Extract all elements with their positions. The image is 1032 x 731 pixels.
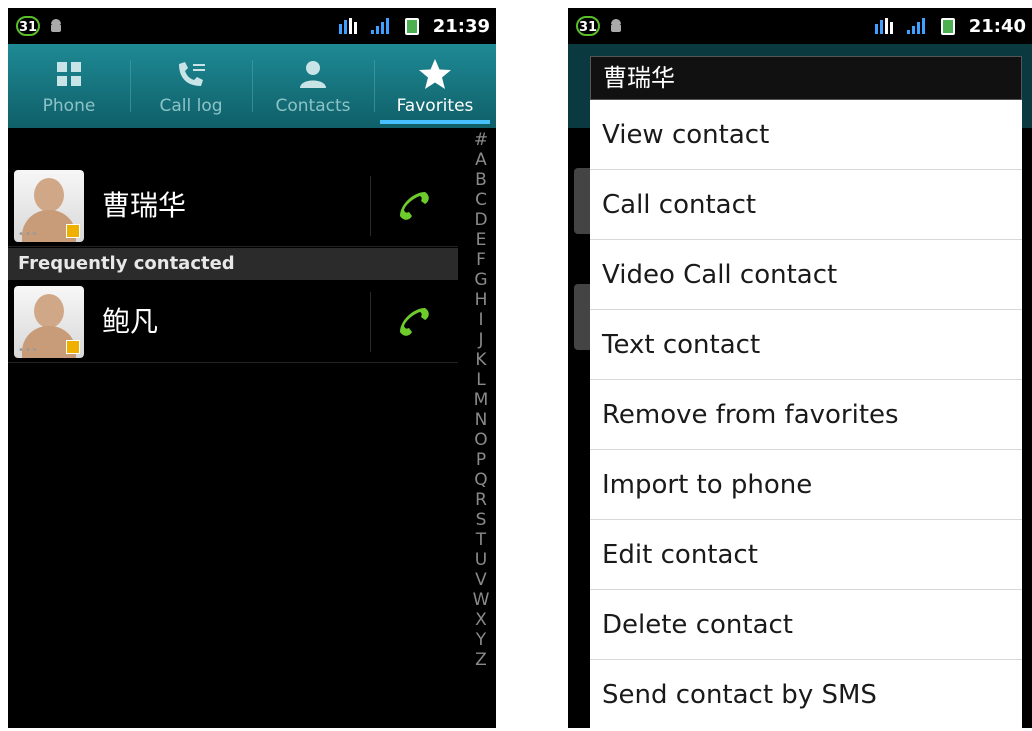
menu-item-delete-contact[interactable]: Delete contact xyxy=(590,590,1022,660)
calendar-notification-badge: 31 xyxy=(576,16,600,36)
alphabet-index-letter[interactable]: S xyxy=(476,510,487,530)
tab-phone[interactable]: Phone xyxy=(8,44,130,128)
signal-strength-icon xyxy=(370,18,389,34)
alphabet-index-letter[interactable]: D xyxy=(474,210,487,230)
alphabet-index-letter[interactable]: M xyxy=(474,390,489,410)
calendar-notification-badge: 31 xyxy=(16,16,40,36)
alphabet-index-letter[interactable]: K xyxy=(475,350,486,370)
alphabet-index-letter[interactable]: F xyxy=(476,250,486,270)
avatar[interactable]: ••• xyxy=(14,170,84,242)
status-time: 21:39 xyxy=(432,15,490,37)
tab-label: Phone xyxy=(42,96,96,116)
menu-item-video-call-contact[interactable]: Video Call contact xyxy=(590,240,1022,310)
tab-favorites[interactable]: Favorites xyxy=(374,44,496,128)
context-menu-screen: 31 21:40 曹瑞华 View contact Call contact V… xyxy=(568,8,1032,728)
favorites-screen: 31 21:39 Phone Call log Contacts Favorit… xyxy=(8,8,496,728)
alphabet-index-letter[interactable]: T xyxy=(476,530,486,550)
android-icon xyxy=(611,19,621,32)
dialpad-icon xyxy=(57,62,81,86)
alphabet-index-letter[interactable]: V xyxy=(475,570,487,590)
menu-item-view-contact[interactable]: View contact xyxy=(590,100,1022,170)
tab-label: Contacts xyxy=(275,96,351,116)
alphabet-index-letter[interactable]: R xyxy=(475,490,487,510)
signal-strength-icon xyxy=(906,18,925,34)
alphabet-index[interactable]: # A B C D E F G H I J K L M N O P Q R S T U V W X Y Z xyxy=(470,130,492,670)
tab-contacts[interactable]: Contacts xyxy=(252,44,374,128)
status-bar: 31 21:40 xyxy=(568,8,1032,44)
star-icon xyxy=(419,59,451,89)
tab-call-log[interactable]: Call log xyxy=(130,44,252,128)
alphabet-index-letter[interactable]: L xyxy=(476,370,485,390)
favorites-list: ••• 曹瑞华 Frequently contacted ••• 鲍凡 xyxy=(8,128,468,728)
alphabet-index-letter[interactable]: B xyxy=(475,170,487,190)
section-header: Frequently contacted xyxy=(8,248,458,280)
active-tab-indicator xyxy=(380,120,490,124)
alphabet-index-letter[interactable]: N xyxy=(475,410,488,430)
avatar[interactable]: ••• xyxy=(14,286,84,358)
data-transfer-icon xyxy=(874,18,893,34)
alphabet-index-letter[interactable]: U xyxy=(475,550,487,570)
tab-label: Call log xyxy=(159,96,223,116)
alphabet-index-letter[interactable]: I xyxy=(478,310,483,330)
contact-context-menu: 曹瑞华 View contact Call contact Video Call… xyxy=(590,56,1022,728)
favorite-contact-row[interactable]: ••• 曹瑞华 xyxy=(8,166,458,247)
status-bar: 31 21:39 xyxy=(8,8,496,44)
battery-icon xyxy=(940,18,955,35)
android-icon xyxy=(51,19,61,32)
alphabet-index-letter[interactable]: Z xyxy=(475,650,487,670)
contact-name: 鲍凡 xyxy=(102,305,159,338)
frequent-contact-row[interactable]: ••• 鲍凡 xyxy=(8,282,458,363)
contact-name: 曹瑞华 xyxy=(102,189,187,222)
menu-item-import-to-phone[interactable]: Import to phone xyxy=(590,450,1022,520)
call-phone-icon[interactable] xyxy=(392,302,432,342)
call-phone-icon[interactable] xyxy=(392,186,432,226)
alphabet-index-letter[interactable]: G xyxy=(474,270,487,290)
alphabet-index-letter[interactable]: E xyxy=(476,230,487,250)
battery-icon xyxy=(404,18,419,35)
menu-item-call-contact[interactable]: Call contact xyxy=(590,170,1022,240)
context-menu-items: View contact Call contact Video Call con… xyxy=(590,100,1022,728)
context-menu-title: 曹瑞华 xyxy=(590,56,1022,100)
menu-item-text-contact[interactable]: Text contact xyxy=(590,310,1022,380)
alphabet-index-letter[interactable]: J xyxy=(478,330,483,350)
menu-item-remove-from-favorites[interactable]: Remove from favorites xyxy=(590,380,1022,450)
alphabet-index-letter[interactable]: O xyxy=(474,430,487,450)
alphabet-index-letter[interactable]: Q xyxy=(474,470,487,490)
menu-item-edit-contact[interactable]: Edit contact xyxy=(590,520,1022,590)
data-transfer-icon xyxy=(338,18,357,34)
alphabet-index-letter[interactable]: Y xyxy=(476,630,486,650)
sim-badge-icon xyxy=(66,340,80,354)
menu-item-send-contact-by-sms[interactable]: Send contact by SMS xyxy=(590,660,1022,728)
status-time: 21:40 xyxy=(968,15,1026,37)
alphabet-index-letter[interactable]: W xyxy=(473,590,490,610)
alphabet-index-letter[interactable]: # xyxy=(474,130,488,150)
alphabet-index-letter[interactable]: P xyxy=(476,450,486,470)
tab-label: Favorites xyxy=(396,96,474,116)
alphabet-index-letter[interactable]: A xyxy=(475,150,487,170)
alphabet-index-letter[interactable]: H xyxy=(475,290,488,310)
alphabet-index-letter[interactable]: C xyxy=(475,190,487,210)
sim-badge-icon xyxy=(66,224,80,238)
row-divider xyxy=(370,176,371,236)
tab-bar: Phone Call log Contacts Favorites xyxy=(8,44,496,128)
alphabet-index-letter[interactable]: X xyxy=(475,610,487,630)
call-log-icon xyxy=(179,62,205,86)
contact-person-icon xyxy=(300,61,326,88)
row-divider xyxy=(370,292,371,352)
